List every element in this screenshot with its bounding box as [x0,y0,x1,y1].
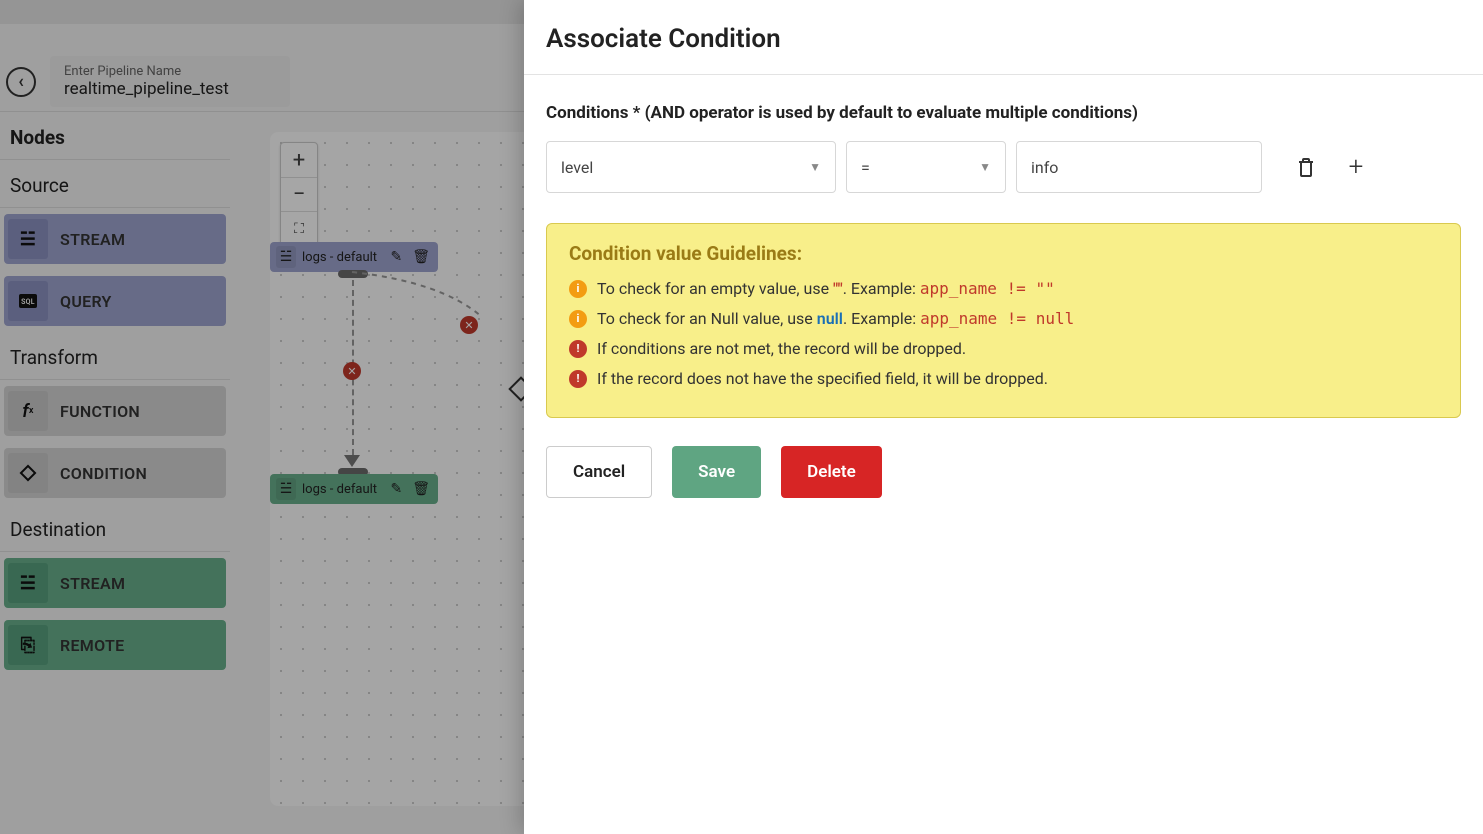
condition-field-select[interactable]: level ▼ [546,141,836,193]
condition-icon [8,453,48,493]
remote-icon: ⎘ [8,625,48,665]
pipeline-name-value: realtime_pipeline_test [64,79,276,99]
minus-icon: − [293,182,306,207]
close-icon: ✕ [347,365,356,378]
zoom-controls: + − ⛶ [280,142,318,246]
guideline-item: i To check for an empty value, use "". E… [569,277,1438,301]
canvas-node-label: logs - default [302,482,382,497]
warning-icon: ! [569,370,587,388]
node-output-port[interactable] [338,270,368,278]
add-condition-button[interactable]: + [1336,147,1376,187]
transform-function-node[interactable]: fx FUNCTION [4,386,226,436]
delete-icon[interactable]: 🗑 [410,481,432,497]
destination-heading: Destination [0,504,230,552]
delete-icon[interactable]: 🗑 [410,249,432,265]
svg-text:SQL: SQL [21,298,35,306]
transform-heading: Transform [0,332,230,380]
conditions-label: Conditions * (AND operator is used by de… [546,103,1461,123]
chevron-down-icon: ▼ [979,160,991,174]
condition-field-value: level [561,158,593,177]
condition-operator-select[interactable]: = ▼ [846,141,1006,193]
node-label: FUNCTION [60,402,140,421]
plus-icon: + [1349,152,1364,182]
warning-icon: ! [569,340,587,358]
source-stream-node[interactable]: ☱ STREAM [4,214,226,264]
edge-delete-button[interactable]: ✕ [460,316,478,334]
chevron-down-icon: ▼ [809,160,821,174]
source-heading: Source [0,160,230,208]
pipeline-name-input[interactable]: Enter Pipeline Name realtime_pipeline_te… [50,56,290,107]
plus-icon: + [293,148,305,173]
stream-icon: ☱ [276,246,296,268]
nodes-sidebar: Nodes Source ☱ STREAM SQL QUERY Transfor… [0,112,230,806]
canvas-source-node[interactable]: ☱ logs - default ✎ 🗑 [270,242,438,272]
guidelines-title: Condition value Guidelines: [569,242,1438,265]
save-button[interactable]: Save [672,446,761,498]
edit-icon[interactable]: ✎ [388,249,404,265]
stream-icon: ☱ [8,219,48,259]
associate-condition-panel: Associate Condition Conditions * (AND op… [524,0,1483,834]
guidelines-box: Condition value Guidelines: i To check f… [546,223,1461,418]
canvas-node-label: logs - default [302,250,382,265]
nodes-heading: Nodes [0,112,230,160]
delete-condition-button[interactable] [1286,147,1326,187]
panel-title: Associate Condition [546,24,1461,54]
zoom-in-button[interactable]: + [281,143,317,177]
canvas-dest-node[interactable]: ☱ logs - default ✎ 🗑 [270,474,438,504]
back-button[interactable]: ‹ [6,67,36,97]
function-icon: fx [8,391,48,431]
node-label: QUERY [60,292,112,311]
pipeline-name-placeholder: Enter Pipeline Name [64,64,276,79]
dest-remote-node[interactable]: ⎘ REMOTE [4,620,226,670]
info-icon: i [569,310,587,328]
close-icon: ✕ [464,319,473,332]
condition-row: level ▼ = ▼ + [546,141,1461,193]
edit-icon[interactable]: ✎ [388,481,404,497]
node-label: CONDITION [60,464,147,483]
stream-icon: ☱ [276,478,296,500]
condition-operator-value: = [861,158,870,177]
transform-condition-node[interactable]: CONDITION [4,448,226,498]
zoom-out-button[interactable]: − [281,177,317,211]
guideline-item: i To check for an Null value, use null. … [569,307,1438,331]
sql-icon: SQL [8,281,48,321]
delete-button[interactable]: Delete [781,446,882,498]
source-query-node[interactable]: SQL QUERY [4,276,226,326]
trash-icon [1297,157,1315,177]
cancel-button[interactable]: Cancel [546,446,652,498]
info-icon: i [569,280,587,298]
arrow-icon [344,455,360,467]
guideline-item: ! If the record does not have the specif… [569,367,1438,391]
fullscreen-icon: ⛶ [294,221,304,237]
dest-stream-node[interactable]: ☱ STREAM [4,558,226,608]
node-label: REMOTE [60,636,124,655]
edge-delete-button[interactable]: ✕ [343,362,361,380]
chevron-left-icon: ‹ [18,71,24,92]
node-label: STREAM [60,230,125,249]
guideline-item: ! If conditions are not met, the record … [569,337,1438,361]
condition-value-input[interactable] [1016,141,1262,193]
node-label: STREAM [60,574,125,593]
fit-view-button[interactable]: ⛶ [281,211,317,245]
stream-icon: ☱ [8,563,48,603]
